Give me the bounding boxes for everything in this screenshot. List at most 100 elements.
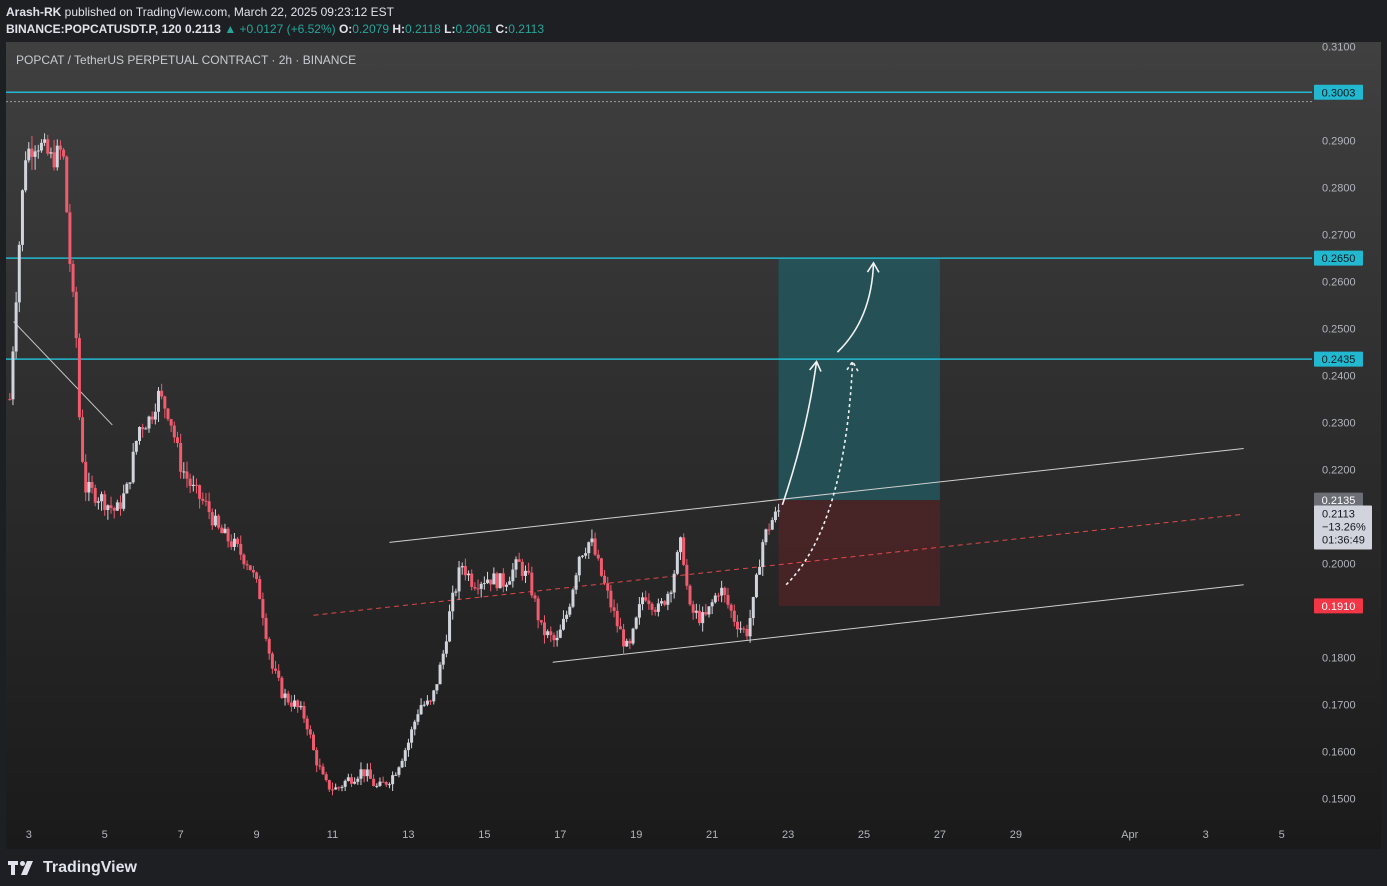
x-axis-tick-label: 7 [178, 829, 184, 841]
candle-body [245, 564, 249, 566]
candle-body [349, 777, 353, 784]
candle-body [754, 574, 758, 598]
candle-body [505, 584, 509, 587]
candle-body [106, 505, 110, 511]
y-axis-tick-label: 0.1800 [1322, 653, 1356, 665]
candle-body [609, 590, 613, 608]
candle-body [179, 443, 183, 472]
x-axis-tick-label: 17 [554, 829, 566, 841]
candle-body [552, 635, 556, 641]
candle-body [596, 554, 600, 559]
candle-body [182, 471, 186, 473]
candle-body [761, 542, 765, 567]
candle-body [637, 604, 641, 618]
candle-body [517, 559, 521, 562]
candle-body [299, 705, 303, 708]
candle-body [732, 610, 736, 622]
candle-body [321, 766, 325, 775]
candle-body [213, 515, 217, 526]
candle-body [58, 145, 62, 150]
candle-body [476, 588, 480, 590]
candle-body [615, 610, 619, 627]
candle-body [327, 780, 331, 790]
candle-body [546, 631, 550, 636]
candle-body [188, 478, 192, 486]
candle-body [400, 760, 404, 768]
level-price-label: 0.2650 [1322, 253, 1356, 265]
candle-body [100, 494, 104, 502]
candle-body [175, 437, 179, 444]
candle-body [293, 700, 297, 707]
x-axis-tick-label: Apr [1121, 829, 1138, 841]
candle-body [729, 604, 733, 611]
candle-body [533, 595, 537, 599]
candle-body [87, 481, 91, 493]
candle-body [606, 583, 610, 591]
x-axis-tick-label: 11 [327, 829, 338, 841]
candle-body [8, 399, 12, 401]
price-chart[interactable]: 0.1500 0.1600 0.1700 0.1800 0.2000 0.2200 0.23… [0, 0, 1387, 886]
candle-body [84, 461, 88, 493]
candle-body [422, 704, 426, 706]
level-price-label: 0.3003 [1322, 87, 1356, 99]
candle-body [467, 573, 471, 576]
entry-price-label: 0.2135 [1322, 495, 1356, 507]
candle-body [30, 148, 34, 157]
candle-body [435, 684, 439, 691]
candle-body [739, 628, 743, 630]
candle-body [682, 537, 686, 565]
candle-body [685, 564, 689, 586]
candle-body [280, 677, 284, 698]
candle-body [302, 705, 306, 719]
candle-body [542, 622, 546, 636]
y-axis-tick-label: 0.2900 [1322, 136, 1356, 148]
candle-body [24, 160, 28, 191]
x-axis-tick-label: 25 [858, 829, 870, 841]
x-axis-tick-label: 9 [254, 829, 260, 841]
candle-body [68, 212, 72, 264]
candle-body [723, 587, 727, 595]
x-axis-tick-label: 21 [706, 829, 718, 841]
candle-body [289, 702, 293, 707]
candle-body [419, 705, 423, 715]
candle-body [305, 718, 309, 730]
candle-body [770, 520, 774, 530]
candle-body [147, 416, 151, 429]
candle-body [397, 767, 401, 775]
candle-body [77, 338, 81, 418]
y-axis-tick-label: 0.2000 [1322, 559, 1356, 571]
y-axis-tick-label: 0.2300 [1322, 418, 1356, 430]
candle-body [656, 603, 660, 612]
candle-body [201, 498, 205, 501]
x-axis-tick-label: 3 [1203, 829, 1209, 841]
candle-body [663, 601, 667, 605]
candle-body [296, 700, 300, 708]
y-axis-tick-label: 0.1700 [1322, 700, 1356, 712]
candle-body [625, 640, 629, 647]
candle-body [707, 606, 711, 615]
candle-body [451, 592, 455, 612]
candle-body [74, 291, 78, 339]
x-axis-tick-label: 29 [1010, 829, 1022, 841]
candle-body [742, 628, 746, 630]
candle-body [603, 575, 607, 584]
candle-body [713, 595, 717, 603]
trendline[interactable] [13, 321, 113, 426]
candle-body [33, 151, 37, 157]
candle-body [119, 502, 123, 509]
candle-body [773, 511, 777, 521]
candle-body [191, 484, 195, 486]
tradingview-logo[interactable]: TradingView [8, 857, 137, 879]
candle-body [365, 769, 369, 777]
candle-body [156, 390, 160, 412]
candle-body [460, 566, 464, 568]
candle-body [198, 485, 202, 499]
candle-body [46, 139, 50, 154]
stop-zone[interactable] [778, 500, 940, 606]
candle-body [81, 417, 85, 462]
candle-body [312, 734, 316, 751]
target-zone[interactable] [778, 258, 940, 501]
candle-body [688, 585, 692, 605]
candle-body [52, 152, 56, 168]
candle-body [112, 507, 116, 511]
